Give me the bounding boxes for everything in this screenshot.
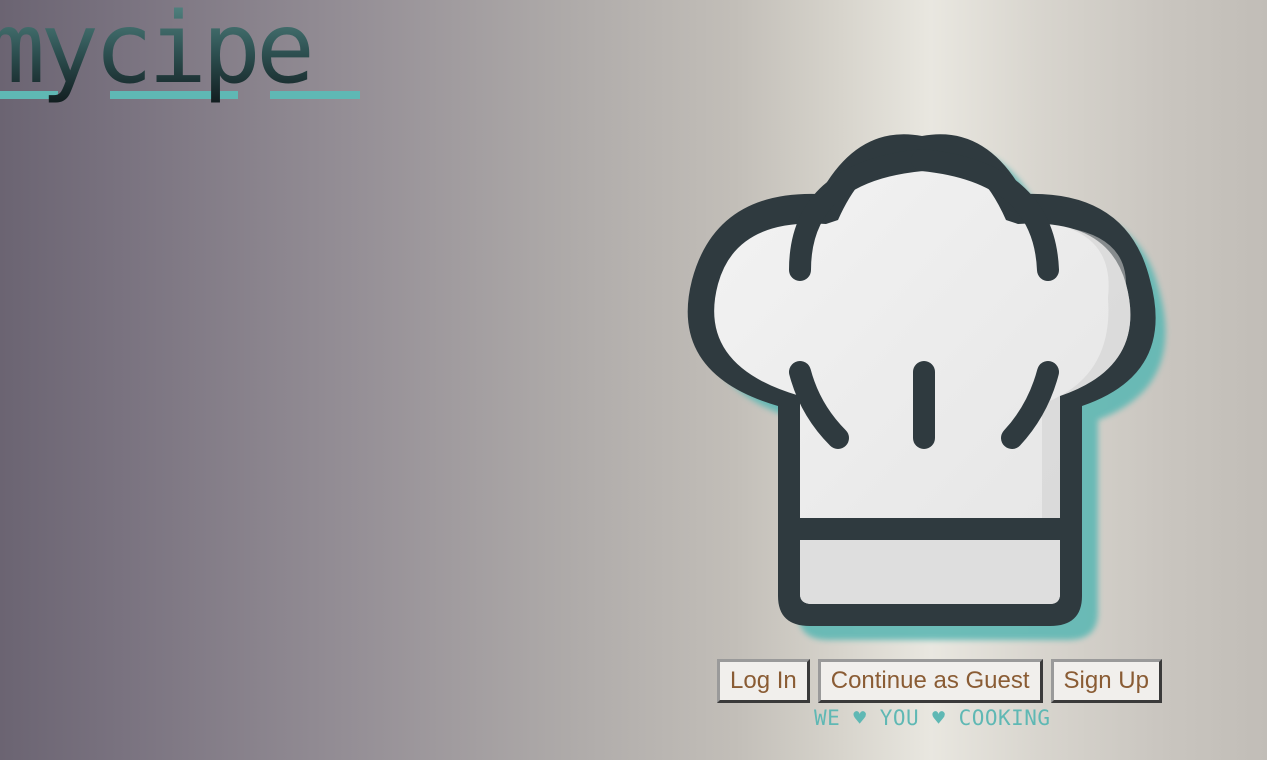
sign-up-button[interactable]: Sign Up (1050, 659, 1162, 703)
chef-hat-icon (687, 134, 1166, 640)
continue-as-guest-button[interactable]: Continue as Guest (817, 659, 1043, 703)
auth-actions: Log In Continue as Guest Sign Up (717, 659, 1162, 703)
logo-text: mycipe (0, 0, 310, 106)
mycipe-logo: mycipe (0, 0, 360, 106)
tagline: WE ♥ YOU ♥ COOKING (814, 706, 1051, 730)
log-in-button[interactable]: Log In (717, 659, 810, 703)
